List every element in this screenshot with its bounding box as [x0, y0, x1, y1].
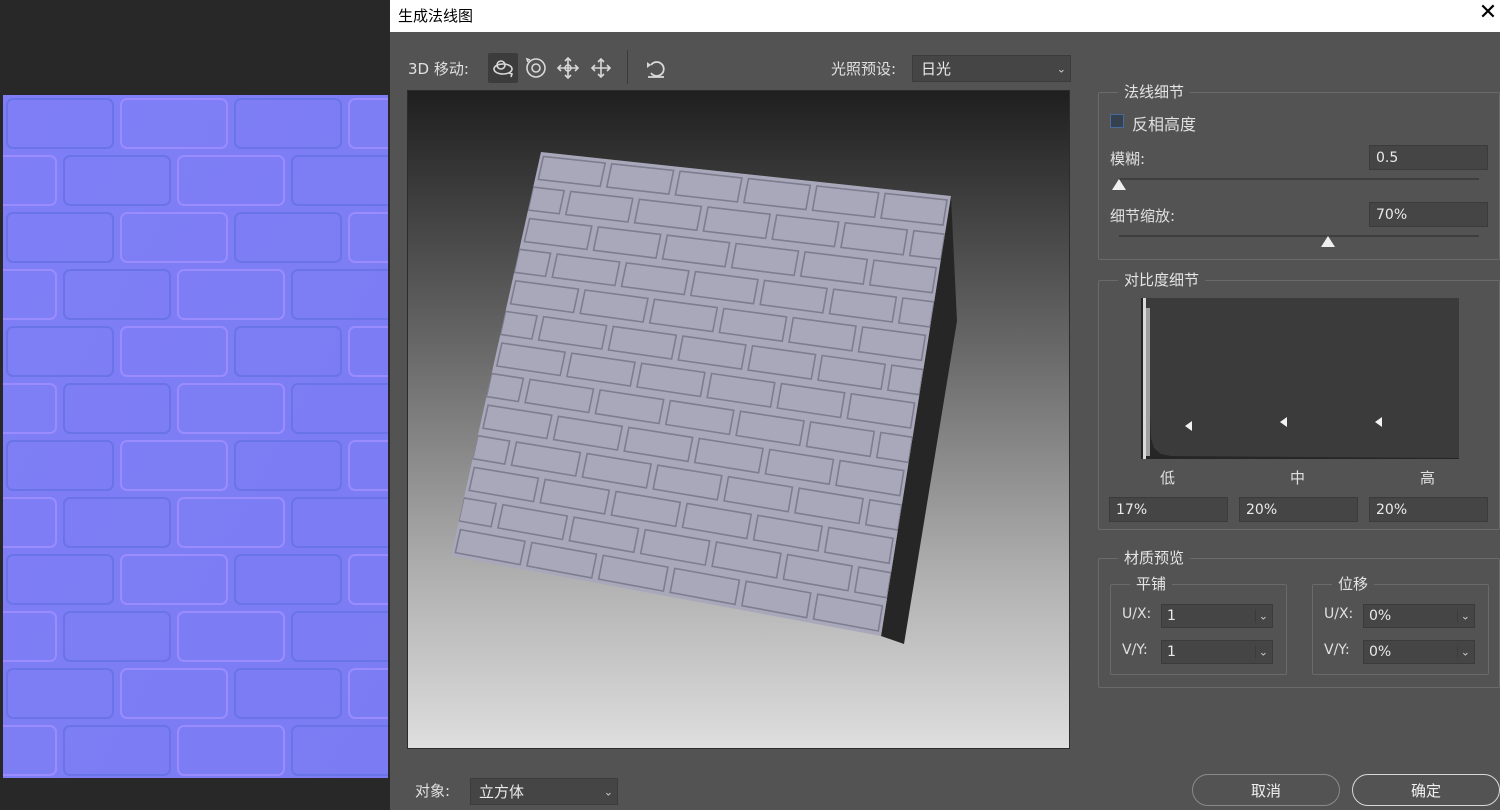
lighting-preset-select[interactable]: 日光 ⌄ [912, 55, 1071, 82]
high-label: 高 [1420, 469, 1436, 487]
offset-vy-value: 0% [1369, 644, 1392, 660]
orbit-icon [493, 60, 514, 78]
reset-view-icon [647, 61, 665, 78]
contrast-histogram[interactable] [1141, 298, 1459, 459]
orbit-tool-button[interactable] [488, 53, 518, 83]
material-preview-title: 材质预览 [1118, 547, 1191, 568]
ok-button[interactable]: 确定 [1352, 774, 1500, 806]
chevron-down-icon: ⌄ [1056, 62, 1066, 75]
chevron-down-icon: ⌄ [1456, 609, 1470, 623]
detail-scale-slider-track[interactable] [1119, 235, 1479, 237]
normal-map-preview [3, 95, 388, 778]
lighting-preset-label: 光照预设: [831, 60, 897, 78]
tiling-ux-label: U/X: [1122, 606, 1152, 622]
dialog-title: 生成法线图 [398, 7, 474, 25]
offset-ux-label: U/X: [1324, 606, 1354, 622]
normal-detail-title: 法线细节 [1118, 81, 1191, 102]
tiling-title: 平铺 [1130, 573, 1173, 594]
high-contrast-handle[interactable] [1375, 417, 1382, 427]
object-label: 对象: [415, 782, 451, 800]
mid-label: 中 [1290, 469, 1306, 487]
chevron-down-icon: ⌄ [1456, 645, 1470, 659]
roll-tool-button[interactable] [521, 53, 551, 83]
high-contrast-input[interactable]: 20% [1369, 497, 1488, 522]
object-value: 立方体 [479, 783, 525, 801]
tiling-ux-value: 1 [1167, 608, 1176, 624]
toolbar-separator [627, 50, 628, 84]
chevron-down-icon: ⌄ [1254, 645, 1268, 659]
lighting-preset-value: 日光 [921, 60, 952, 78]
roll-icon [525, 57, 546, 78]
offset-vy-select[interactable]: 0% ⌄ [1363, 640, 1475, 664]
tiling-ux-select[interactable]: 1 ⌄ [1161, 604, 1273, 628]
object-select[interactable]: 立方体 ⌄ [470, 778, 618, 805]
cancel-button[interactable]: 取消 [1192, 774, 1340, 806]
3d-move-label: 3D 移动: [408, 60, 469, 78]
low-contrast-input[interactable]: 17% [1109, 497, 1228, 522]
offset-vy-label: V/Y: [1324, 642, 1350, 658]
offset-ux-value: 0% [1369, 608, 1392, 624]
detail-scale-slider-thumb[interactable] [1320, 236, 1335, 247]
dialog-titlebar: 生成法线图 ✕ [390, 0, 1500, 32]
tiling-vy-label: V/Y: [1122, 642, 1148, 658]
blur-input[interactable]: 0.5 [1369, 145, 1488, 170]
slide-icon [590, 57, 612, 79]
offset-title: 位移 [1332, 573, 1375, 594]
contrast-detail-title: 对比度细节 [1118, 269, 1206, 290]
pan-icon [556, 56, 580, 80]
chevron-down-icon: ⌄ [603, 785, 613, 798]
tiling-vy-value: 1 [1167, 644, 1176, 660]
mid-contrast-handle[interactable] [1280, 417, 1287, 427]
generate-normal-map-dialog: 生成法线图 ✕ 3D 移动: 光照预设: 日光 ⌄ 法线细节 反相高度 模糊: … [390, 0, 1500, 810]
3d-preview-viewport[interactable] [407, 90, 1070, 749]
pan-tool-button[interactable] [553, 53, 583, 83]
invert-height-label: 反相高度 [1132, 115, 1197, 134]
detail-scale-label: 细节缩放: [1110, 207, 1176, 225]
tiling-vy-select[interactable]: 1 ⌄ [1161, 640, 1273, 664]
offset-ux-select[interactable]: 0% ⌄ [1363, 604, 1475, 628]
low-contrast-handle[interactable] [1185, 421, 1192, 431]
low-label: 低 [1160, 469, 1176, 487]
close-icon[interactable]: ✕ [1476, 0, 1500, 28]
blur-slider-track[interactable] [1119, 178, 1479, 180]
blur-label: 模糊: [1110, 150, 1146, 168]
detail-scale-input[interactable]: 70% [1369, 202, 1488, 227]
chevron-down-icon: ⌄ [1254, 609, 1268, 623]
reset-view-button[interactable] [641, 53, 671, 83]
invert-height-checkbox[interactable] [1110, 114, 1124, 128]
slide-tool-button[interactable] [586, 53, 616, 83]
blur-slider-thumb[interactable] [1112, 179, 1126, 190]
mid-contrast-input[interactable]: 20% [1239, 497, 1358, 522]
